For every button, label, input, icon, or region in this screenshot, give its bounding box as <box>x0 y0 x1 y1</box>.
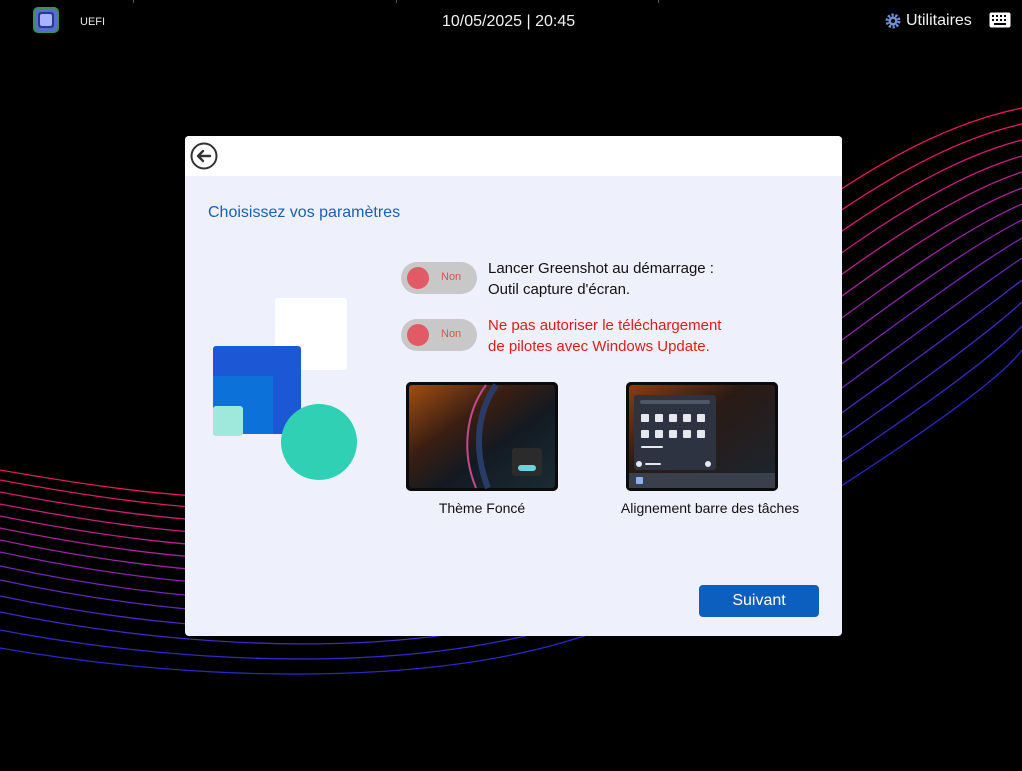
drivers-toggle[interactable]: Non <box>401 319 477 351</box>
keyboard-icon[interactable] <box>989 12 1011 28</box>
drivers-option-text: Ne pas autoriser le téléchargement de pi… <box>488 315 721 357</box>
taskbar-alignment-thumbnail[interactable] <box>626 382 778 491</box>
toggle-knob <box>407 324 429 346</box>
dark-theme-thumbnail[interactable] <box>406 382 558 491</box>
dark-theme-caption: Thème Foncé <box>438 500 526 516</box>
next-button[interactable]: Suivant <box>699 585 819 617</box>
toggle-state-label: Non <box>441 271 462 283</box>
greenshot-option-text: Lancer Greenshot au démarrage : Outil ca… <box>488 258 714 300</box>
greenshot-toggle[interactable]: Non <box>401 262 477 294</box>
taskbar-alignment-caption: Alignement barre des tâches <box>620 500 800 516</box>
gear-icon <box>885 13 901 29</box>
toggle-state-label: Non <box>441 328 462 340</box>
option-text-line: Outil capture d'écran. <box>488 281 631 298</box>
desktop-screen: UEFI 10/05/2025 | 20:45 Utilitaires Choi… <box>0 0 1022 771</box>
utilities-label: Utilitaires <box>906 12 972 29</box>
toggle-knob <box>407 267 429 289</box>
option-text-line: Lancer Greenshot au démarrage : <box>488 260 714 277</box>
dialog-header <box>185 136 842 176</box>
dark-theme-preview <box>406 382 558 491</box>
taskbar-alignment-preview <box>626 382 778 491</box>
app-name: UEFI <box>80 16 106 28</box>
topbar-divider <box>396 0 397 3</box>
option-text-line: de pilotes avec Windows Update. <box>488 338 710 355</box>
utilities-button[interactable]: Utilitaires <box>885 12 972 30</box>
app-logo-icon <box>33 7 59 33</box>
topbar-divider <box>133 0 134 3</box>
settings-dialog: Choisissez vos paramètres Non Lancer Gre… <box>185 136 842 636</box>
topbar-divider <box>658 0 659 3</box>
back-arrow-icon[interactable] <box>190 142 218 170</box>
settings-illustration <box>213 298 357 480</box>
datetime-display: 10/05/2025 | 20:45 <box>442 13 576 30</box>
dialog-title: Choisissez vos paramètres <box>208 204 401 221</box>
option-text-line: Ne pas autoriser le téléchargement <box>488 317 722 334</box>
